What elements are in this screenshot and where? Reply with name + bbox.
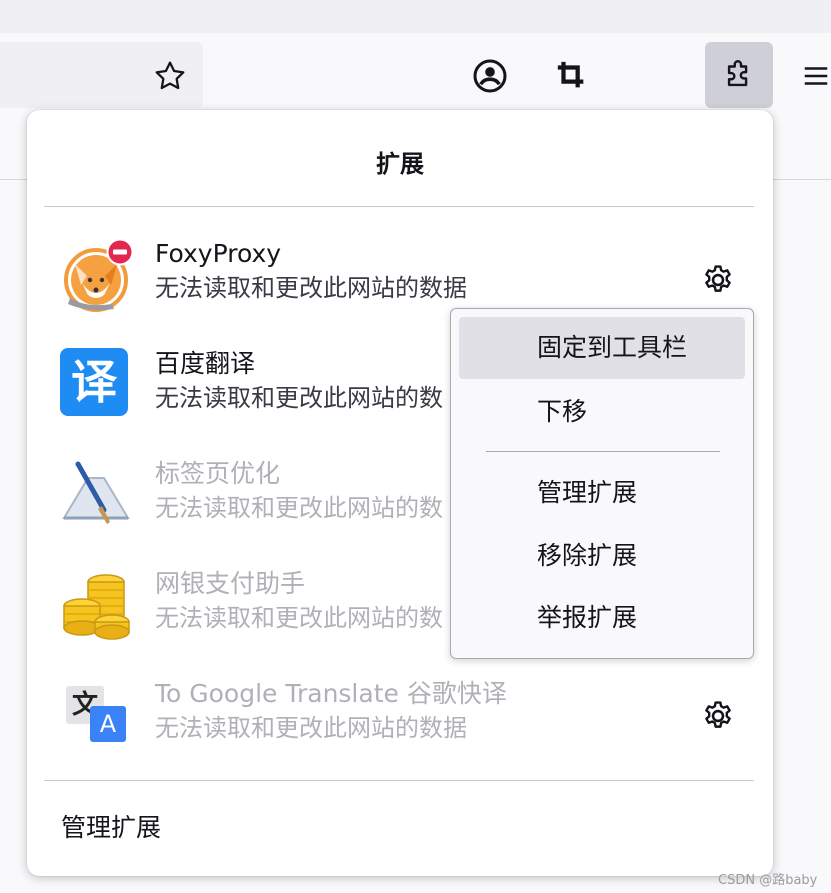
extension-name: 网银支付助手: [155, 569, 306, 598]
google-translate-icon: 文 A: [60, 682, 132, 754]
menu-item-pin-to-toolbar[interactable]: 固定到工具栏: [459, 317, 745, 379]
menu-item-move-down[interactable]: 下移: [459, 381, 745, 443]
manage-extensions-button[interactable]: 管理扩展: [61, 808, 161, 844]
baidu-translate-glyph: 译: [60, 348, 128, 416]
extension-description: 无法读取和更改此网站的数: [155, 384, 443, 412]
account-icon[interactable]: [470, 56, 510, 96]
menu-item-report-extension[interactable]: 举报扩展: [459, 587, 745, 649]
menu-item-manage-extension[interactable]: 管理扩展: [459, 462, 745, 524]
panel-divider: [44, 206, 754, 207]
extension-name: 标签页优化: [155, 459, 281, 488]
tab-strip: [0, 0, 831, 33]
gear-icon[interactable]: [698, 260, 738, 300]
tab-optimizer-icon: [60, 458, 132, 530]
extension-name: FoxyProxy: [155, 239, 282, 268]
extension-name: 百度翻译: [155, 349, 256, 378]
watermark: CSDN @路baby: [718, 873, 818, 888]
google-translate-glyph-a: A: [90, 706, 126, 742]
menu-separator: [486, 451, 720, 452]
extension-name: To Google Translate 谷歌快译: [155, 679, 507, 708]
hamburger-menu-icon[interactable]: [796, 56, 831, 96]
baidu-translate-icon: 译: [60, 348, 132, 420]
gear-icon[interactable]: [698, 696, 738, 736]
star-icon[interactable]: [150, 56, 190, 96]
extension-item-google-translate[interactable]: 文 A To Google Translate 谷歌快译 无法读取和更改此网站的…: [27, 666, 773, 766]
extension-description: 无法读取和更改此网站的数: [155, 494, 443, 522]
panel-divider: [44, 780, 754, 781]
extension-description: 无法读取和更改此网站的数据: [155, 274, 467, 302]
foxyproxy-icon: [60, 238, 134, 312]
extensions-button[interactable]: [705, 42, 773, 108]
extensions-icon: [727, 60, 748, 87]
extension-description: 无法读取和更改此网站的数: [155, 604, 443, 632]
coins-icon: [60, 570, 132, 642]
panel-title: 扩展: [376, 150, 424, 178]
crop-icon[interactable]: [552, 56, 592, 96]
blocked-badge-icon: [106, 238, 134, 266]
extension-context-menu: 固定到工具栏 下移 管理扩展 移除扩展 举报扩展: [450, 308, 754, 659]
extension-description: 无法读取和更改此网站的数据: [155, 714, 467, 742]
menu-item-remove-extension[interactable]: 移除扩展: [459, 525, 745, 587]
